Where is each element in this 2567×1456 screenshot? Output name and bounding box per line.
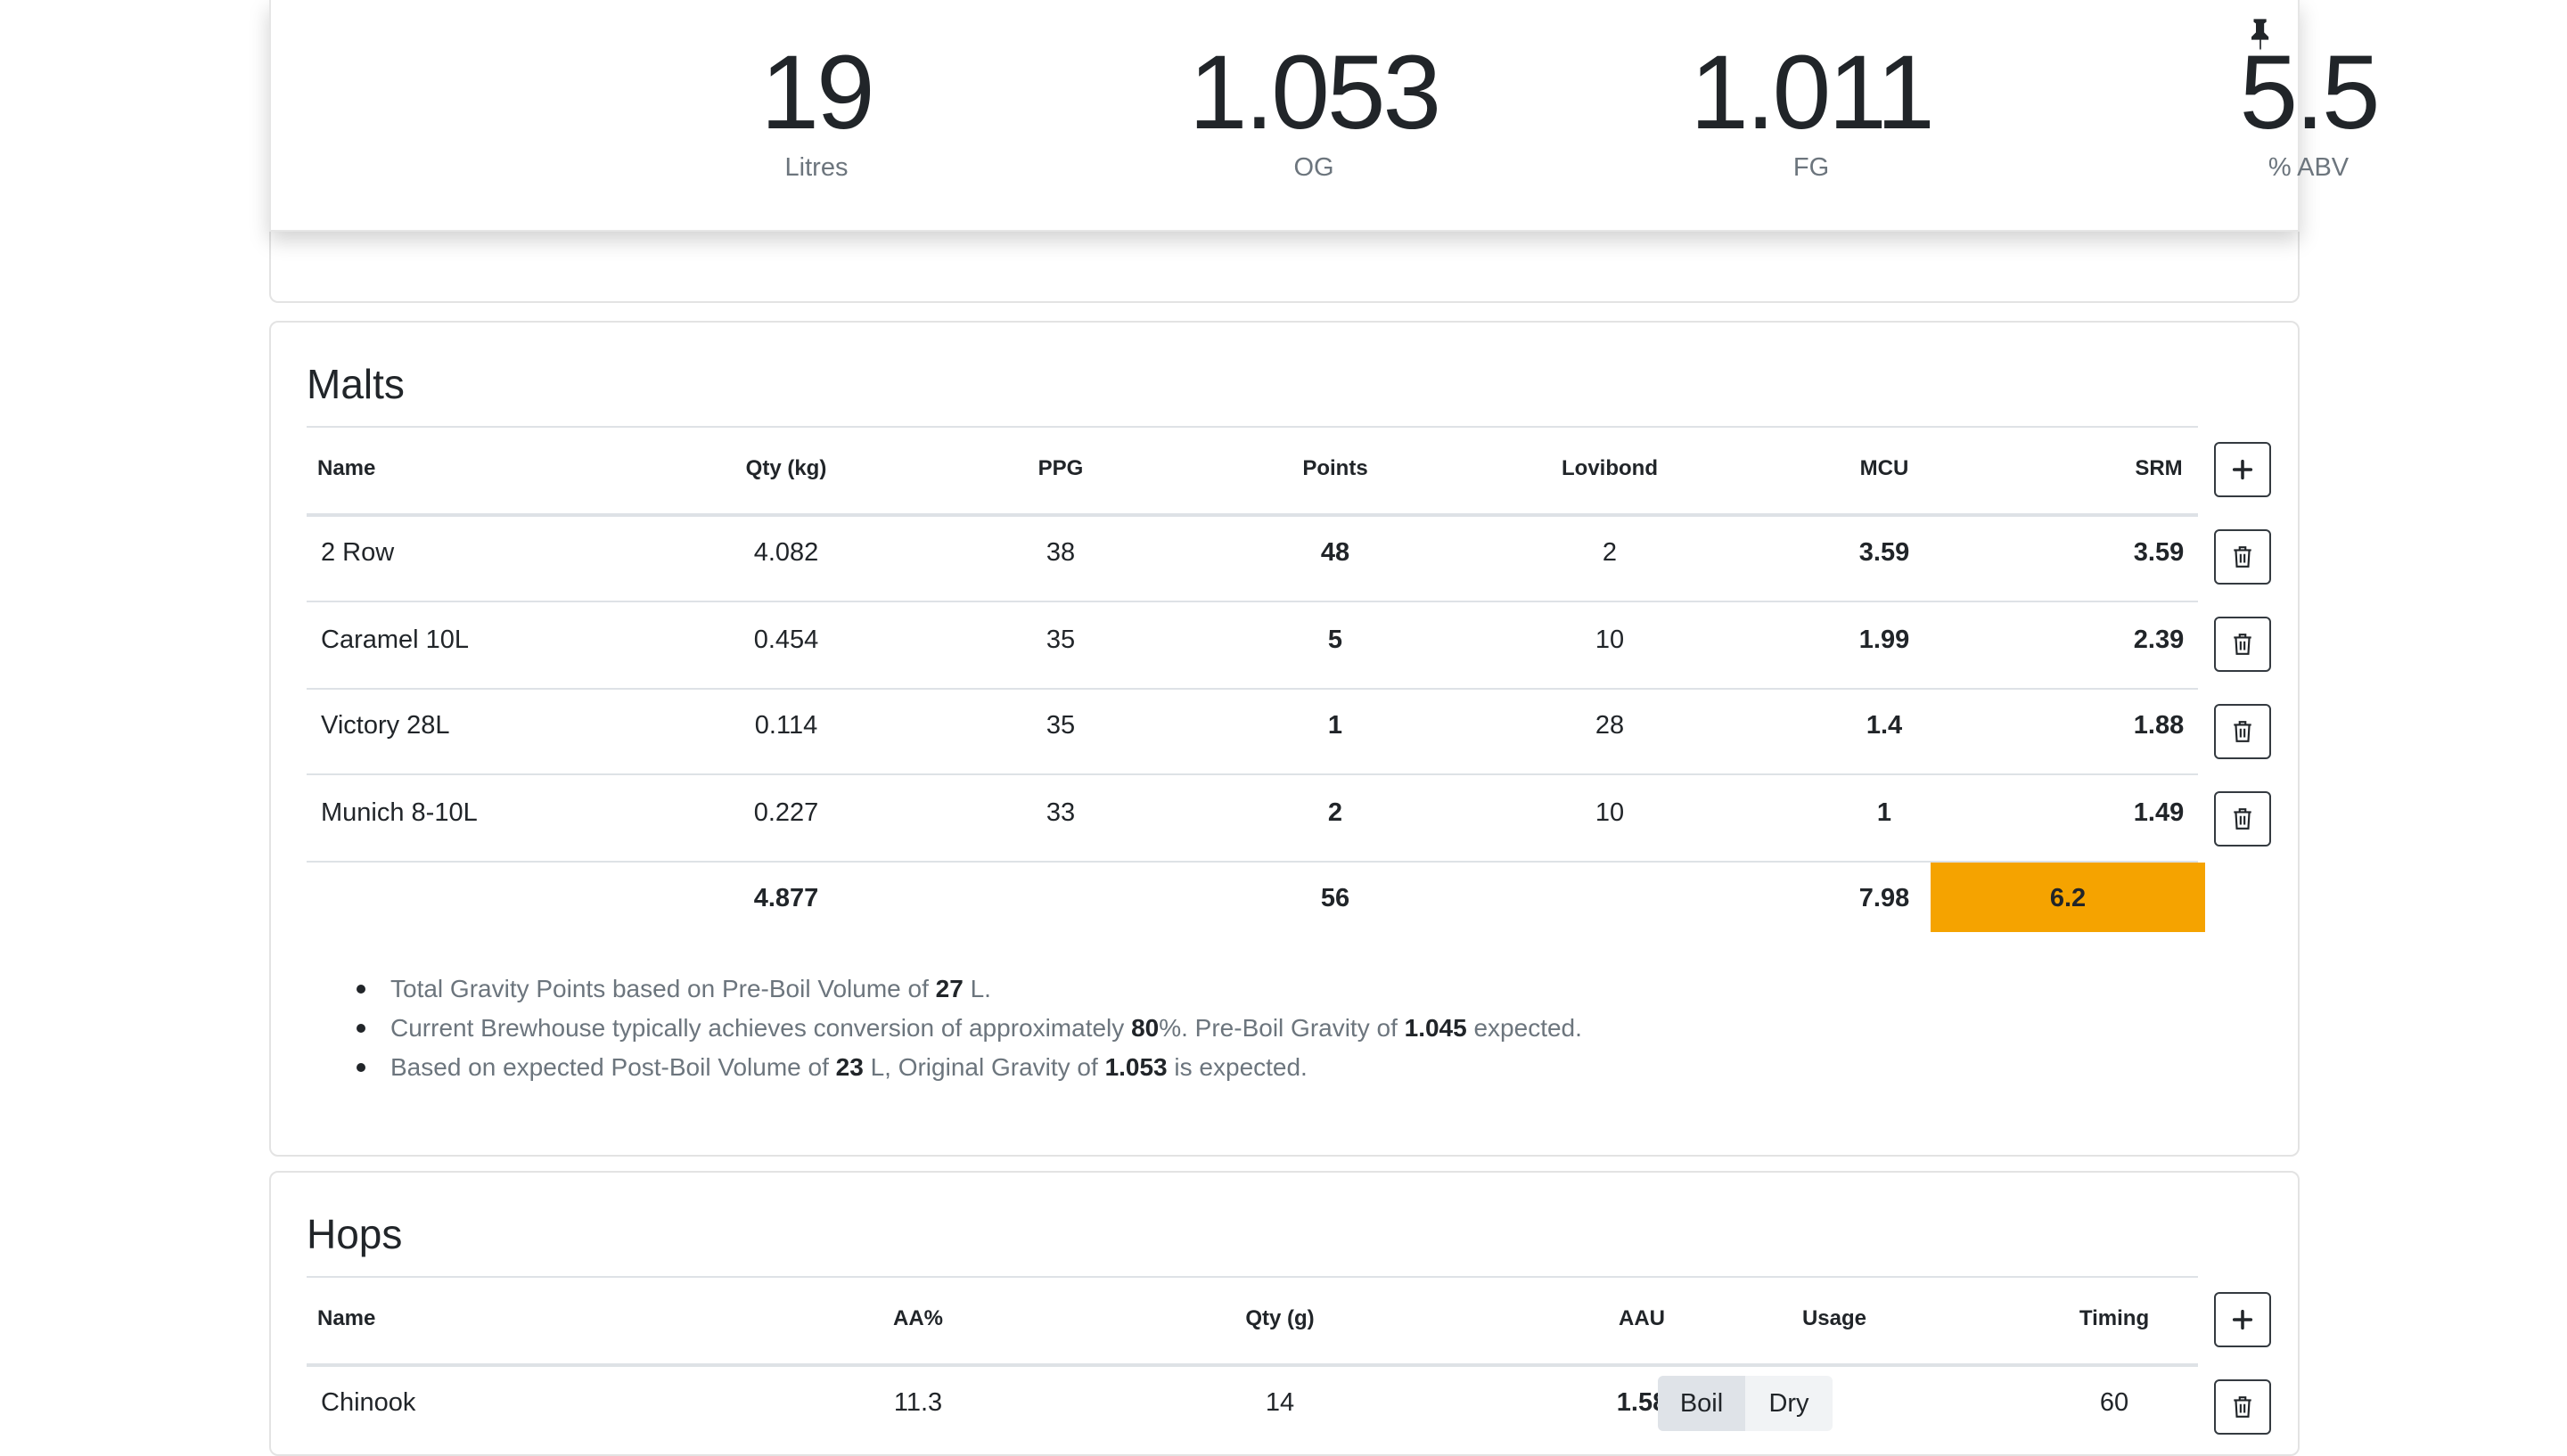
trash-icon [2234, 1396, 2251, 1418]
add-malt-button[interactable] [2214, 442, 2271, 497]
malt-ppg: 33 [1046, 798, 1076, 827]
malt-points: 5 [1327, 626, 1343, 654]
delete-malt-button[interactable] [2214, 704, 2271, 759]
malts-title: Malts [307, 361, 405, 407]
malt-qty: 4.082 [753, 538, 819, 567]
hop-timing: 60 [2099, 1388, 2129, 1417]
stat-value: 5.5 [2239, 34, 2380, 151]
malt-ppg: 38 [1046, 538, 1076, 567]
hop-qty: 14 [1265, 1388, 1295, 1417]
malt-lovibond: 10 [1595, 798, 1625, 827]
divider [307, 861, 2198, 863]
trash-icon [2234, 808, 2251, 830]
total-mcu: 7.98 [1858, 884, 1910, 912]
trash-icon [2234, 721, 2251, 742]
malts-col-points: Points [1302, 456, 1368, 480]
delete-malt-button[interactable] [2214, 791, 2271, 847]
malt-ppg: 35 [1046, 626, 1076, 654]
stat-abv: 5.5 % ABV [2086, 39, 2531, 183]
hop-aa: 11.3 [893, 1388, 943, 1417]
malt-mcu: 1 [1876, 798, 1892, 827]
total-points: 56 [1320, 884, 1350, 912]
note-item: Current Brewhouse typically achieves con… [342, 1009, 1582, 1048]
stat-label: Litres [784, 153, 849, 182]
stat-label: FG [1792, 153, 1830, 182]
gravity-notes: Total Gravity Points based on Pre-Boil V… [342, 969, 1582, 1087]
total-qty: 4.877 [753, 884, 819, 912]
malts-col-mcu: MCU [1859, 456, 1909, 480]
pin-icon[interactable] [2243, 16, 2278, 52]
note-item: Based on expected Post-Boil Volume of 23… [342, 1048, 1582, 1087]
stat-value: 1.053 [1188, 34, 1441, 151]
delete-malt-button[interactable] [2214, 529, 2271, 585]
malt-mcu: 3.59 [1858, 538, 1910, 567]
malt-name: Victory 28L [321, 711, 450, 740]
note-item: Total Gravity Points based on Pre-Boil V… [342, 969, 1582, 1009]
divider [307, 513, 2198, 517]
usage-option-dry[interactable]: Dry [1745, 1376, 1833, 1431]
total-srm: 6.2 [2049, 884, 2087, 912]
malt-name: Caramel 10L [321, 626, 470, 654]
add-hop-button[interactable] [2214, 1292, 2271, 1347]
delete-hop-button[interactable] [2214, 1379, 2271, 1435]
hops-col-name: Name [317, 1306, 376, 1330]
malt-lovibond: 28 [1595, 711, 1625, 740]
divider [307, 773, 2198, 775]
stat-og: 1.053 OG [1091, 39, 1537, 183]
malt-qty: 0.454 [753, 626, 819, 654]
hops-col-aa: AA% [892, 1306, 943, 1330]
hops-col-usage: Usage [1801, 1306, 1867, 1330]
stats-summary-card: 19 Litres 1.053 OG 1.011 FG 5.5 % ABV [269, 0, 2381, 232]
delete-malt-button[interactable] [2214, 617, 2271, 672]
malt-ppg: 35 [1046, 711, 1076, 740]
malt-lovibond: 2 [1602, 538, 1618, 567]
hops-col-aau: AAU [1619, 1306, 1665, 1330]
trash-icon [2234, 634, 2251, 655]
hop-usage-toggle[interactable]: Boil Dry [1658, 1376, 1833, 1431]
malt-name: Munich 8-10L [321, 798, 478, 827]
stat-value: 1.011 [1690, 34, 1935, 151]
hop-name: Chinook [321, 1388, 416, 1417]
malt-points: 1 [1327, 711, 1343, 740]
malt-lovibond: 10 [1595, 626, 1625, 654]
divider [307, 1363, 2198, 1367]
usage-option-boil[interactable]: Boil [1658, 1376, 1745, 1431]
divider [307, 1276, 2198, 1278]
malt-qty: 0.114 [754, 711, 818, 740]
malt-mcu: 1.4 [1866, 711, 1903, 740]
malts-col-name: Name [317, 456, 376, 480]
malt-points: 48 [1320, 538, 1350, 567]
stat-fg: 1.011 FG [1588, 39, 2034, 183]
malts-col-ppg: PPG [1037, 456, 1084, 480]
plus-icon [2232, 1309, 2253, 1330]
divider [307, 426, 2198, 428]
malt-name: 2 Row [321, 538, 395, 567]
malts-card: Malts Name Qty (kg) PPG Points Lovibond … [269, 321, 2300, 1157]
divider [307, 688, 2198, 690]
stat-value: 19 [760, 34, 874, 151]
stat-label: % ABV [2268, 153, 2350, 182]
hops-title: Hops [307, 1211, 403, 1257]
malt-qty: 0.227 [753, 798, 819, 827]
hops-col-timing: Timing [2079, 1306, 2150, 1330]
hops-col-qty: Qty (g) [1245, 1306, 1315, 1330]
trash-icon [2234, 546, 2251, 568]
malts-col-qty: Qty (kg) [745, 456, 827, 480]
hops-card: Hops Name AA% Qty (g) AAU Usage Timing C… [269, 1171, 2300, 1456]
malts-col-lovibond: Lovibond [1562, 456, 1658, 480]
malt-mcu: 1.99 [1858, 626, 1910, 654]
plus-icon [2232, 459, 2253, 480]
malt-points: 2 [1327, 798, 1343, 827]
divider [307, 601, 2198, 602]
stat-litres: 19 Litres [594, 39, 1039, 183]
stat-label: OG [1293, 153, 1334, 182]
